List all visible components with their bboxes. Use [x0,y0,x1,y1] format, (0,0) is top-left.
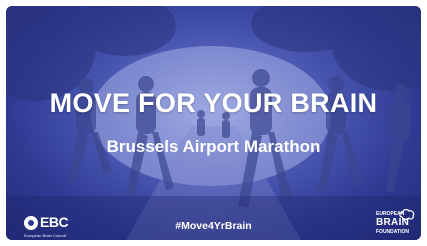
video-subtitle: Brussels Airport Marathon [106,137,321,156]
video-title: MOVE FOR YOUR BRAIN [49,88,378,118]
video-thumbnail[interactable]: MOVE FOR YOUR BRAIN Brussels Airport Mar… [6,6,421,240]
ebc-logo-name: EBC [40,214,69,230]
runners-background-image [6,6,421,240]
ebc-logo-icon [24,216,38,230]
ebf-logo: EUROPEAN BRAIN FOUNDATION [376,209,416,235]
brain-icon [399,209,415,220]
hashtag-label: #Move4YrBrain [175,220,252,232]
ebc-logo-subtitle: European Brain Council [24,233,67,238]
ebf-logo-line3: FOUNDATION [376,229,409,235]
